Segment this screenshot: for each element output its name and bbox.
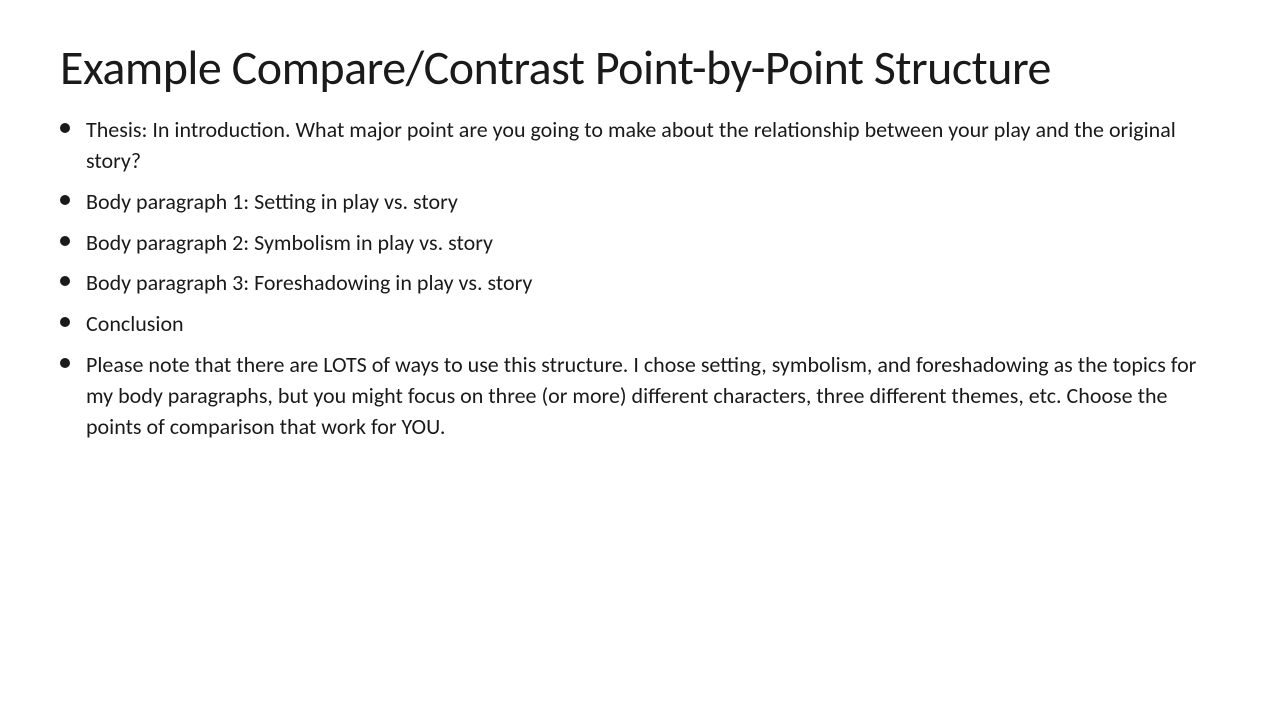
bullet-dot	[60, 123, 70, 133]
bullet-dot	[60, 236, 70, 246]
bullet-text: Thesis: In introduction. What major poin…	[86, 115, 1220, 177]
list-item-conclusion: Conclusion	[60, 309, 1220, 340]
slide-title: Example Compare/Contrast Point-by-Point …	[60, 40, 1220, 95]
bullet-list: Thesis: In introduction. What major poin…	[60, 115, 1220, 452]
bullet-text: Body paragraph 3: Foreshadowing in play …	[86, 268, 1220, 299]
bullet-dot	[60, 195, 70, 205]
bullet-text-note: Please note that there are LOTS of ways …	[86, 350, 1220, 442]
bullet-text-conclusion: Conclusion	[86, 309, 1220, 340]
list-item: Body paragraph 2: Symbolism in play vs. …	[60, 228, 1220, 259]
bullet-dot	[60, 317, 70, 327]
bullet-text: Body paragraph 2: Symbolism in play vs. …	[86, 228, 1220, 259]
slide-container: Example Compare/Contrast Point-by-Point …	[0, 0, 1280, 720]
list-item: Thesis: In introduction. What major poin…	[60, 115, 1220, 177]
list-item: Body paragraph 1: Setting in play vs. st…	[60, 187, 1220, 218]
list-item: Body paragraph 3: Foreshadowing in play …	[60, 268, 1220, 299]
bullet-dot	[60, 358, 70, 368]
bullet-dot	[60, 276, 70, 286]
bullet-text: Body paragraph 1: Setting in play vs. st…	[86, 187, 1220, 218]
list-item-note: Please note that there are LOTS of ways …	[60, 350, 1220, 442]
